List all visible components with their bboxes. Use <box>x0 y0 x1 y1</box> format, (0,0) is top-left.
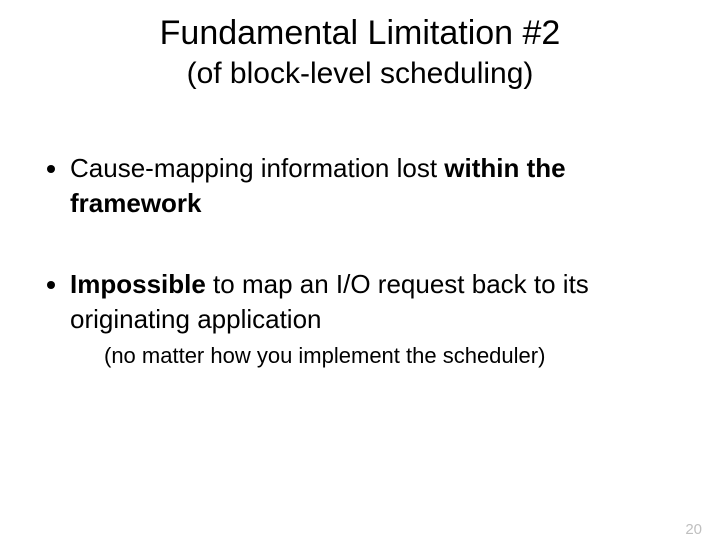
bullet-list: Cause-mapping information lost within th… <box>42 151 678 371</box>
page-number: 20 <box>685 521 702 538</box>
slide-body: Cause-mapping information lost within th… <box>0 151 720 371</box>
bullet-text-pre: Cause-mapping information lost <box>70 153 444 183</box>
slide-subtitle: (of block-level scheduling) <box>0 57 720 91</box>
slide-title: Fundamental Limitation #2 <box>0 12 720 55</box>
bullet-text-bold: Impossible <box>70 269 206 299</box>
bullet-note: (no matter how you implement the schedul… <box>104 341 678 371</box>
bullet-item: Impossible to map an I/O request back to… <box>70 267 678 371</box>
bullet-item: Cause-mapping information lost within th… <box>70 151 678 221</box>
